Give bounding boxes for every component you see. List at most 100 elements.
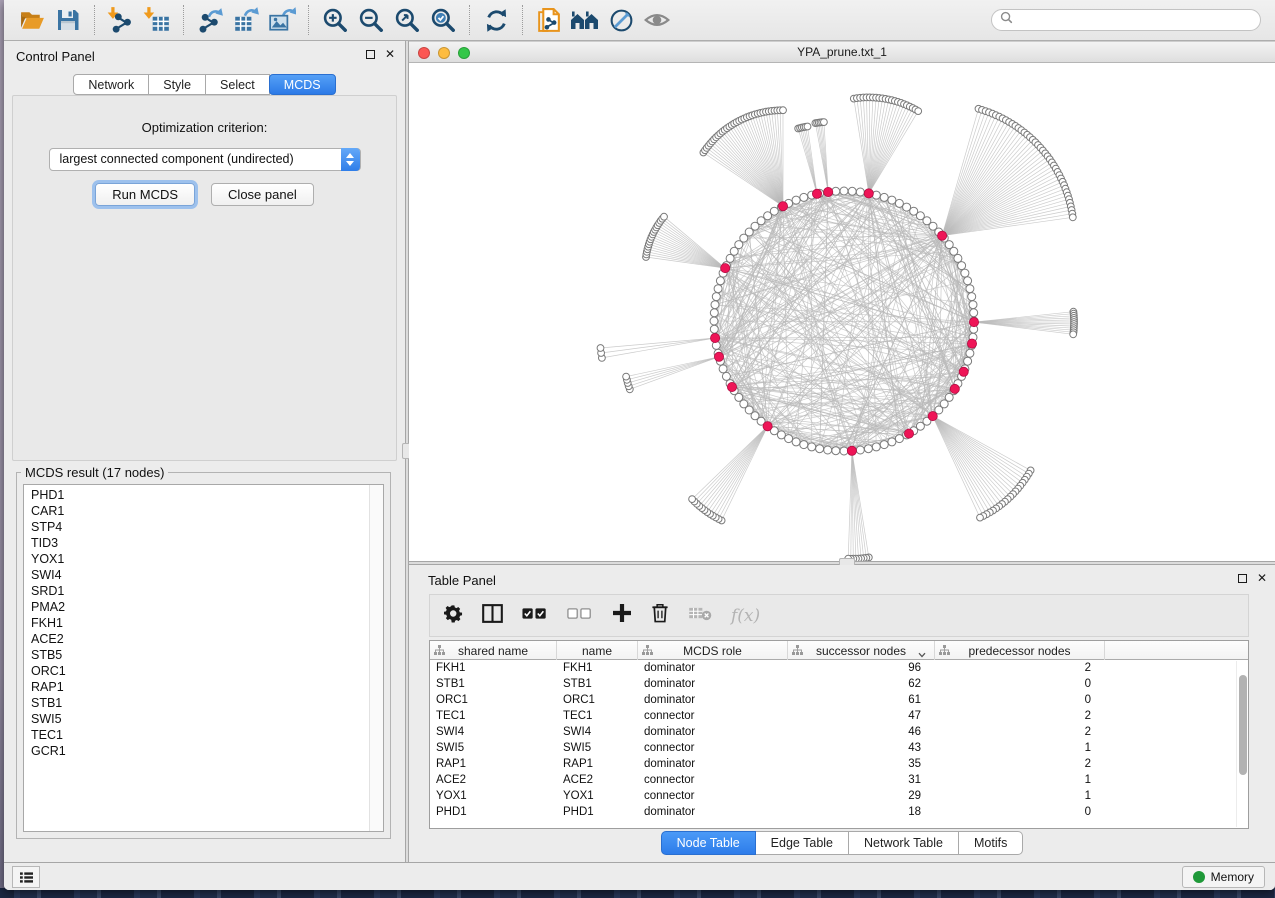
table-cell[interactable]: dominator: [638, 756, 788, 772]
network-document-icon[interactable]: [531, 3, 567, 37]
mcds-result-item[interactable]: SRD1: [31, 583, 383, 599]
mcds-result-item[interactable]: FKH1: [31, 615, 383, 631]
table-scrollbar[interactable]: [1236, 661, 1247, 827]
float-panel-icon[interactable]: [366, 50, 375, 59]
table-cell[interactable]: YOX1: [430, 788, 557, 804]
export-network-icon[interactable]: [192, 3, 228, 37]
table-scrollbar-thumb[interactable]: [1239, 675, 1247, 775]
mcds-hub-node[interactable]: [969, 318, 978, 327]
export-table-icon[interactable]: [228, 3, 264, 37]
mcds-result-listbox[interactable]: PHD1CAR1STP4TID3YOX1SWI4SRD1PMA2FKH1ACE2…: [23, 484, 384, 832]
zoom-out-icon[interactable]: [353, 3, 389, 37]
table-cell[interactable]: 29: [788, 788, 935, 804]
deselect-all-icon[interactable]: [567, 607, 593, 625]
table-cell[interactable]: STB1: [557, 676, 638, 692]
table-cell[interactable]: SWI4: [557, 724, 638, 740]
table-cell[interactable]: connector: [638, 708, 788, 724]
table-cell[interactable]: 2: [935, 756, 1105, 772]
table-row[interactable]: YOX1YOX1connector291: [430, 788, 1248, 804]
mcds-result-item[interactable]: PHD1: [31, 487, 383, 503]
table-row[interactable]: ORC1ORC1dominator610: [430, 692, 1248, 708]
mcds-hub-node[interactable]: [928, 412, 937, 421]
search-input[interactable]: [1018, 13, 1252, 27]
memory-button[interactable]: Memory: [1182, 866, 1265, 888]
mcds-result-item[interactable]: CAR1: [31, 503, 383, 519]
mcds-hub-node[interactable]: [967, 339, 976, 348]
table-row[interactable]: PHD1PHD1dominator180: [430, 804, 1248, 820]
table-row[interactable]: STB1STB1dominator620: [430, 676, 1248, 692]
table-row[interactable]: RAP1RAP1dominator352: [430, 756, 1248, 772]
table-cell[interactable]: PHD1: [557, 804, 638, 820]
table-cell[interactable]: TEC1: [430, 708, 557, 724]
table-cell[interactable]: 1: [935, 740, 1105, 756]
column-header-name[interactable]: name: [557, 641, 638, 660]
import-network-icon[interactable]: [103, 3, 139, 37]
tab-mcds[interactable]: MCDS: [269, 74, 336, 95]
mcds-result-item[interactable]: TID3: [31, 535, 383, 551]
function-builder-icon[interactable]: f(x): [731, 606, 760, 626]
export-image-icon[interactable]: [264, 3, 300, 37]
mcds-result-item[interactable]: STB5: [31, 647, 383, 663]
mcds-result-scrollbar[interactable]: [369, 485, 383, 831]
split-view-icon[interactable]: [482, 604, 503, 628]
table-cell[interactable]: 46: [788, 724, 935, 740]
table-cell[interactable]: RAP1: [557, 756, 638, 772]
mcds-hub-node[interactable]: [904, 429, 913, 438]
mcds-result-item[interactable]: SWI4: [31, 567, 383, 583]
table-cell[interactable]: SWI4: [430, 724, 557, 740]
table-cell[interactable]: 43: [788, 740, 935, 756]
column-header-shared-name[interactable]: shared name: [430, 641, 557, 660]
table-cell[interactable]: dominator: [638, 724, 788, 740]
table-cell[interactable]: SWI5: [430, 740, 557, 756]
import-table-icon[interactable]: [139, 3, 175, 37]
mcds-hub-node[interactable]: [950, 384, 959, 393]
table-cell[interactable]: 62: [788, 676, 935, 692]
hide-graphics-icon[interactable]: [603, 3, 639, 37]
table-cell[interactable]: 1: [935, 788, 1105, 804]
mcds-hub-node[interactable]: [824, 187, 833, 196]
select-all-icon[interactable]: [522, 607, 548, 625]
zoom-in-icon[interactable]: [317, 3, 353, 37]
mcds-hub-node[interactable]: [721, 264, 730, 273]
mcds-result-item[interactable]: ORC1: [31, 663, 383, 679]
table-cell[interactable]: 2: [935, 708, 1105, 724]
table-cell[interactable]: 35: [788, 756, 935, 772]
window-minimize-icon[interactable]: [438, 47, 450, 59]
column-header-predecessor-nodes[interactable]: predecessor nodes: [935, 641, 1105, 660]
table-cell[interactable]: ACE2: [430, 772, 557, 788]
close-panel-icon[interactable]: ✕: [1257, 573, 1267, 583]
table-cell[interactable]: 96: [788, 660, 935, 676]
table-cell[interactable]: YOX1: [557, 788, 638, 804]
table-cell[interactable]: 1: [935, 772, 1105, 788]
float-panel-icon[interactable]: [1238, 574, 1247, 583]
table-cell[interactable]: 2: [935, 724, 1105, 740]
mcds-result-item[interactable]: RAP1: [31, 679, 383, 695]
tab-node-table[interactable]: Node Table: [661, 831, 756, 855]
network-window-titlebar[interactable]: YPA_prune.txt_1: [409, 41, 1275, 63]
refresh-icon[interactable]: [478, 3, 514, 37]
mcds-hub-node[interactable]: [711, 333, 720, 342]
delete-column-icon[interactable]: [651, 603, 669, 628]
tab-motifs[interactable]: Motifs: [959, 831, 1023, 855]
optimization-criterion-select[interactable]: largest connected component (undirected): [49, 148, 361, 171]
table-cell[interactable]: 0: [935, 676, 1105, 692]
table-cell[interactable]: STB1: [430, 676, 557, 692]
table-cell[interactable]: connector: [638, 740, 788, 756]
show-panels-button[interactable]: [12, 866, 40, 888]
mcds-result-item[interactable]: PMA2: [31, 599, 383, 615]
mcds-hub-node[interactable]: [714, 352, 723, 361]
mcds-hub-node[interactable]: [938, 231, 947, 240]
mcds-hub-node[interactable]: [812, 189, 821, 198]
table-cell[interactable]: 47: [788, 708, 935, 724]
show-graphics-icon[interactable]: [639, 3, 675, 37]
table-cell[interactable]: ORC1: [430, 692, 557, 708]
table-row[interactable]: SWI5SWI5connector431: [430, 740, 1248, 756]
table-cell[interactable]: 0: [935, 692, 1105, 708]
table-cell[interactable]: 61: [788, 692, 935, 708]
window-maximize-icon[interactable]: [458, 47, 470, 59]
run-mcds-button[interactable]: Run MCDS: [95, 183, 195, 206]
column-header-mcds-role[interactable]: MCDS role: [638, 641, 788, 660]
tab-network[interactable]: Network: [73, 74, 149, 95]
table-cell[interactable]: 0: [935, 804, 1105, 820]
table-cell[interactable]: ORC1: [557, 692, 638, 708]
